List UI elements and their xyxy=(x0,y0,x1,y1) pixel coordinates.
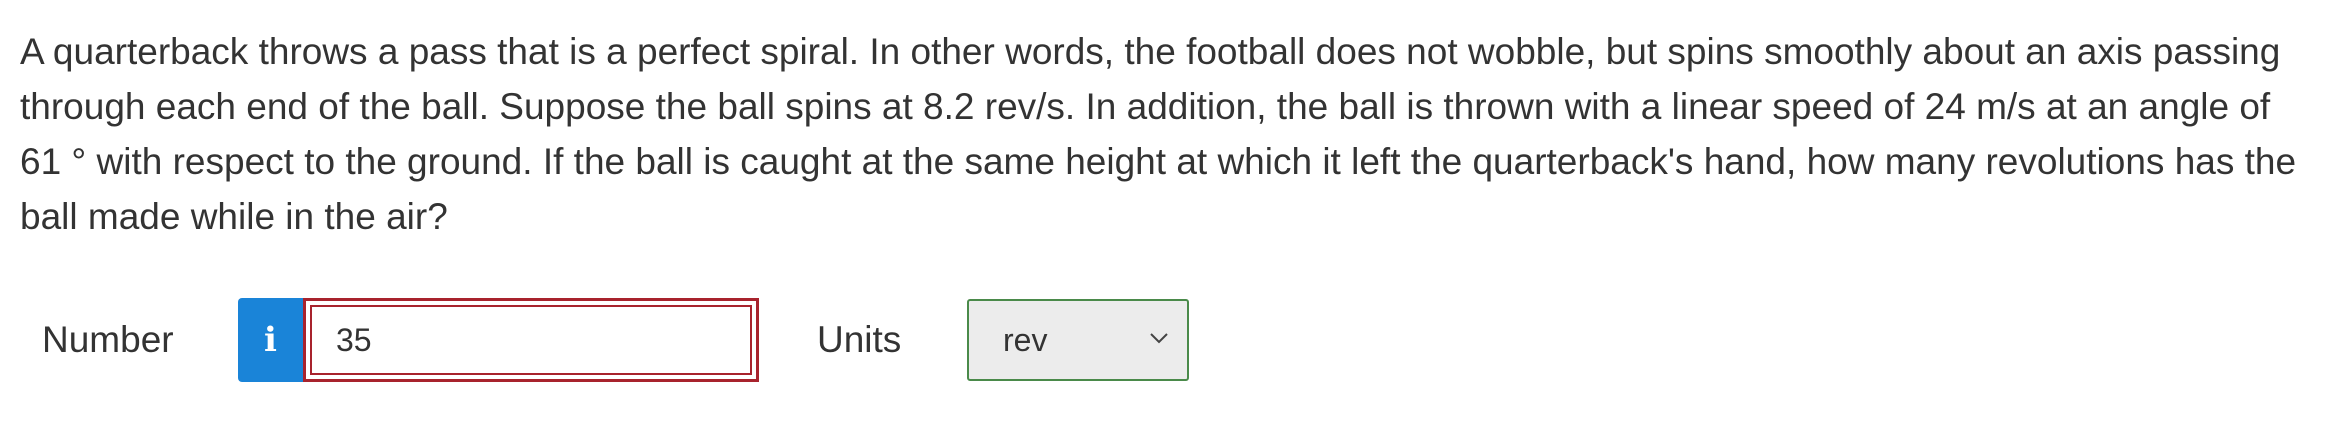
info-icon: i xyxy=(264,320,277,360)
chevron-down-icon xyxy=(1150,333,1168,344)
answer-row: Number i Units rev xyxy=(42,298,1189,382)
info-button[interactable]: i xyxy=(238,298,303,382)
units-select[interactable]: rev xyxy=(967,299,1189,381)
units-selected-value: rev xyxy=(1003,321,1048,358)
number-input-group: i xyxy=(238,298,759,382)
number-input[interactable] xyxy=(310,305,752,375)
units-label: Units xyxy=(817,319,902,360)
question-text: A quarterback throws a pass that is a pe… xyxy=(20,31,2297,237)
number-input-frame xyxy=(303,298,759,382)
number-label: Number xyxy=(42,319,174,360)
